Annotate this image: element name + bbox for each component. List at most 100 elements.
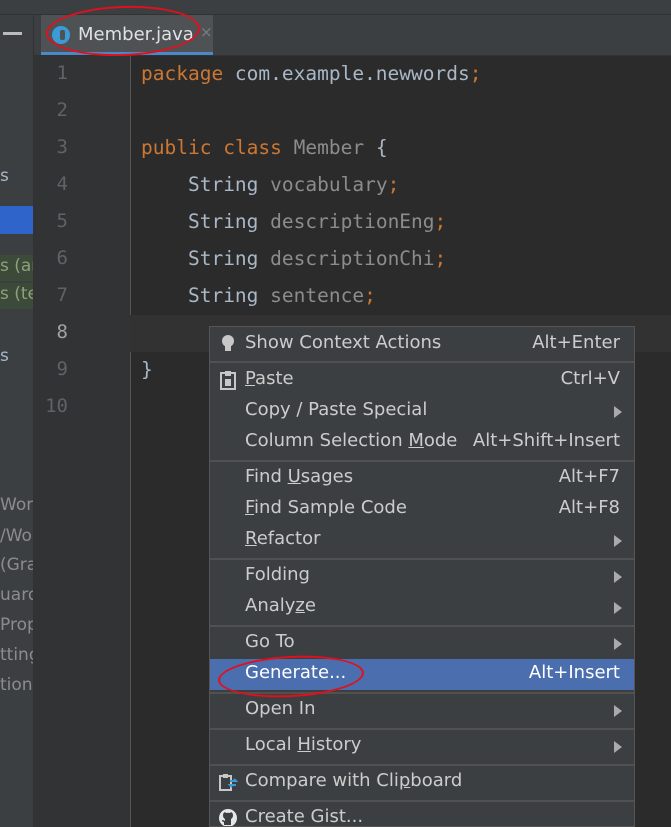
close-icon[interactable]: × [200,23,213,41]
project-tree-fragment[interactable]: s [0,346,9,366]
line-number: 7 [56,284,68,306]
tab-label: Member.java [78,24,194,45]
menu-item-column-selection-mode[interactable]: Column Selection Mode Alt+Shift+Insert [210,427,634,458]
menu-item-shortcut: Alt+F7 [558,466,620,487]
line-number: 10 [45,395,68,417]
keyword: package [141,62,224,85]
menu-item-find-sample-code[interactable]: Find Sample Code Alt+F8 [210,494,634,525]
type-name: String [187,247,259,270]
github-icon [218,808,238,826]
project-tree-fragment[interactable]: uard [0,585,33,605]
line-number: 8 [56,321,68,343]
menu-item-shortcut: Alt+Shift+Insert [472,430,620,451]
menu-item-local-history[interactable]: Local History [210,731,634,762]
menu-item-copy-paste-special[interactable]: Copy / Paste Special [210,396,634,427]
tab-member-java[interactable]: Member.java × [41,15,213,55]
field-name: vocabulary [270,173,388,196]
project-tree-fragment[interactable]: tion [0,675,33,695]
menu-item-compare-with-clipboard[interactable]: Compare with Clipboard [210,767,634,798]
context-menu: Show Context Actions Alt+Enter Paste Ctr… [209,326,635,827]
menu-item-label: Open In [245,698,316,719]
code-line[interactable]: String descriptionEng; [141,210,446,233]
menu-item-generate[interactable]: Generate... Alt+Insert [210,659,634,690]
editor-tab-bar: Member.java × [34,15,671,56]
semicolon: ; [434,210,447,233]
java-class-icon [52,26,70,44]
field-name: descriptionEng [270,210,435,233]
project-tree-fragment[interactable]: Wor [0,495,33,515]
menu-item-folding[interactable]: Folding [210,561,634,592]
line-number: 1 [56,62,68,84]
menu-item-label: Copy / Paste Special [245,399,428,420]
code-line[interactable]: String descriptionChi; [141,247,446,270]
project-tree-fragment[interactable]: (Gra [0,555,33,575]
project-tree-fragment[interactable]: s (ar [0,256,33,276]
project-tree-fragment[interactable]: /Wor [0,526,33,546]
submenu-arrow-icon [614,535,622,547]
project-tree-fragment[interactable]: s (te [0,284,33,304]
minimize-icon[interactable] [3,32,22,35]
brace: } [141,358,153,381]
project-tree-fragment[interactable]: s [0,166,9,186]
menu-item-shortcut: Ctrl+V [560,368,620,389]
submenu-arrow-icon [614,741,622,753]
lightbulb-icon [218,334,238,354]
project-panel[interactable]: s s (ar s (te s Wor /Wor (Gra uard Prop … [0,15,34,827]
menu-item-label: Find Usages [245,466,354,487]
type-name: String [187,210,259,233]
menu-item-show-context-actions[interactable]: Show Context Actions Alt+Enter [210,329,634,360]
submenu-arrow-icon [614,571,622,583]
field-name: descriptionChi [270,247,435,270]
title-strip [0,0,671,15]
menu-separator [210,625,634,627]
menu-separator [210,558,634,560]
menu-item-label: Refactor [245,528,321,549]
clipboard-icon [218,370,238,390]
compare-clipboard-icon [218,772,239,792]
field-name: sentence [270,284,365,307]
semicolon: ; [434,247,447,270]
line-number-gutter [34,56,131,827]
menu-item-paste[interactable]: Paste Ctrl+V [210,365,634,396]
menu-item-label: Paste [245,368,294,389]
menu-item-find-usages[interactable]: Find Usages Alt+F7 [210,463,634,494]
menu-item-label: Analyze [245,595,316,616]
code-line[interactable]: } [141,358,153,381]
menu-item-go-to[interactable]: Go To [210,628,634,659]
line-number: 6 [56,247,68,269]
submenu-arrow-icon [614,705,622,717]
project-tree-fragment[interactable]: Prop [0,615,33,635]
package-name: com.example.newwords [223,62,470,85]
menu-item-create-gist[interactable]: Create Gist... [210,803,634,827]
menu-item-analyze[interactable]: Analyze [210,592,634,623]
line-number: 3 [56,136,68,158]
line-number: 9 [56,358,68,380]
semicolon: ; [387,173,400,196]
menu-item-refactor[interactable]: Refactor [210,525,634,556]
menu-item-open-in[interactable]: Open In [210,695,634,726]
menu-item-label: Find Sample Code [245,497,407,518]
submenu-arrow-icon [614,638,622,650]
submenu-arrow-icon [614,602,622,614]
project-tree-selected-row[interactable] [0,206,33,234]
submenu-arrow-icon [614,406,622,418]
code-line[interactable]: String sentence; [141,284,376,307]
semicolon: ; [364,284,376,307]
menu-separator [210,764,634,766]
line-number: 4 [56,173,68,195]
code-line[interactable]: package com.example.newwords; [141,62,481,85]
menu-separator [210,692,634,694]
brace: { [364,136,388,159]
code-line[interactable]: String vocabulary; [141,173,399,196]
menu-item-shortcut: Alt+F8 [558,497,620,518]
menu-item-shortcut: Alt+Insert [528,662,620,683]
line-number: 5 [56,210,68,232]
code-line[interactable]: public class Member { [141,136,388,159]
semicolon: ; [469,62,482,85]
keyword: class [223,136,282,159]
menu-item-label: Local History [245,734,362,755]
menu-item-label: Create Gist... [245,806,364,827]
menu-separator [210,728,634,730]
type-name: String [187,284,259,307]
project-tree-fragment[interactable]: tting [0,645,33,665]
